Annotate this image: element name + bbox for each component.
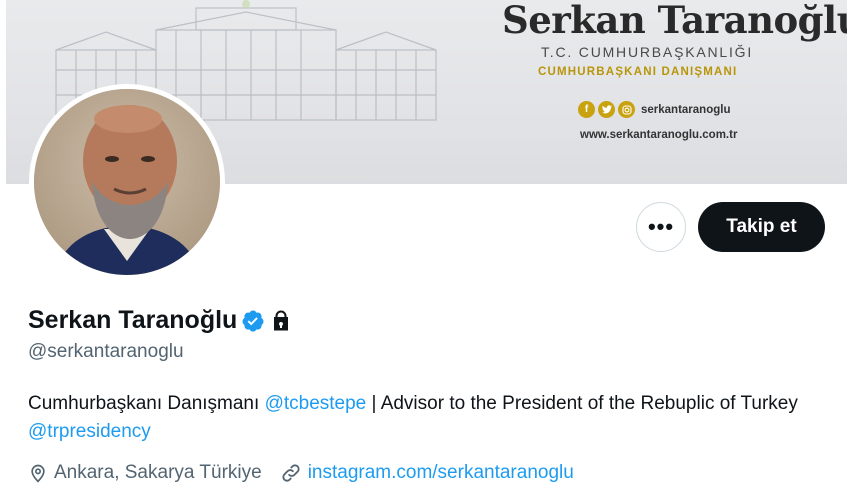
bio-text: Cumhurbaşkanı Danışmanı [28,393,265,414]
instagram-icon [618,101,635,118]
location-text: Ankara, Sakarya Türkiye [54,462,262,483]
more-icon: ••• [647,214,675,239]
lock-icon [269,309,293,333]
banner-role: CUMHURBAŞKANI DANIŞMANI [538,66,738,78]
avatar-photo [34,89,220,275]
profile-bio: Cumhurbaşkanı Danışmanı @tcbestepe | Adv… [28,390,828,446]
banner-title: Serkan Taranoğlu [502,0,847,42]
banner-organization: T.C. CUMHURBAŞKANLIĞI [541,44,754,60]
banner-social-handle: serkantaranoglu [641,103,731,116]
bio-mention-tcbestepe[interactable]: @tcbestepe [265,393,367,414]
website-link[interactable]: instagram.com/serkantaranoglu [308,462,574,484]
twitter-icon [598,101,615,118]
more-options-button[interactable]: ••• [636,202,686,252]
avatar[interactable] [29,84,225,280]
name-row: Serkan Taranoğlu [28,306,293,335]
verified-badge-icon[interactable] [241,309,265,333]
location-pin-icon [31,464,45,483]
link-icon [282,464,300,482]
display-name: Serkan Taranoğlu [28,306,238,334]
bio-text: | Advisor to the President of the Rebupl… [366,393,798,414]
bio-mention-trpresidency[interactable]: @trpresidency [28,421,151,442]
profile-meta: Ankara, Sakarya Türkiye instagram.com/se… [28,462,574,484]
follow-button[interactable]: Takip et [698,202,825,252]
username-handle: @serkantaranoglu [28,341,184,362]
website-item: instagram.com/serkantaranoglu [280,462,574,484]
facebook-icon: f [578,101,595,118]
banner-website: www.serkantaranoglu.com.tr [580,129,738,141]
location-item: Ankara, Sakarya Türkiye [28,462,262,484]
banner-social-row: f serkantaranoglu [578,101,730,118]
